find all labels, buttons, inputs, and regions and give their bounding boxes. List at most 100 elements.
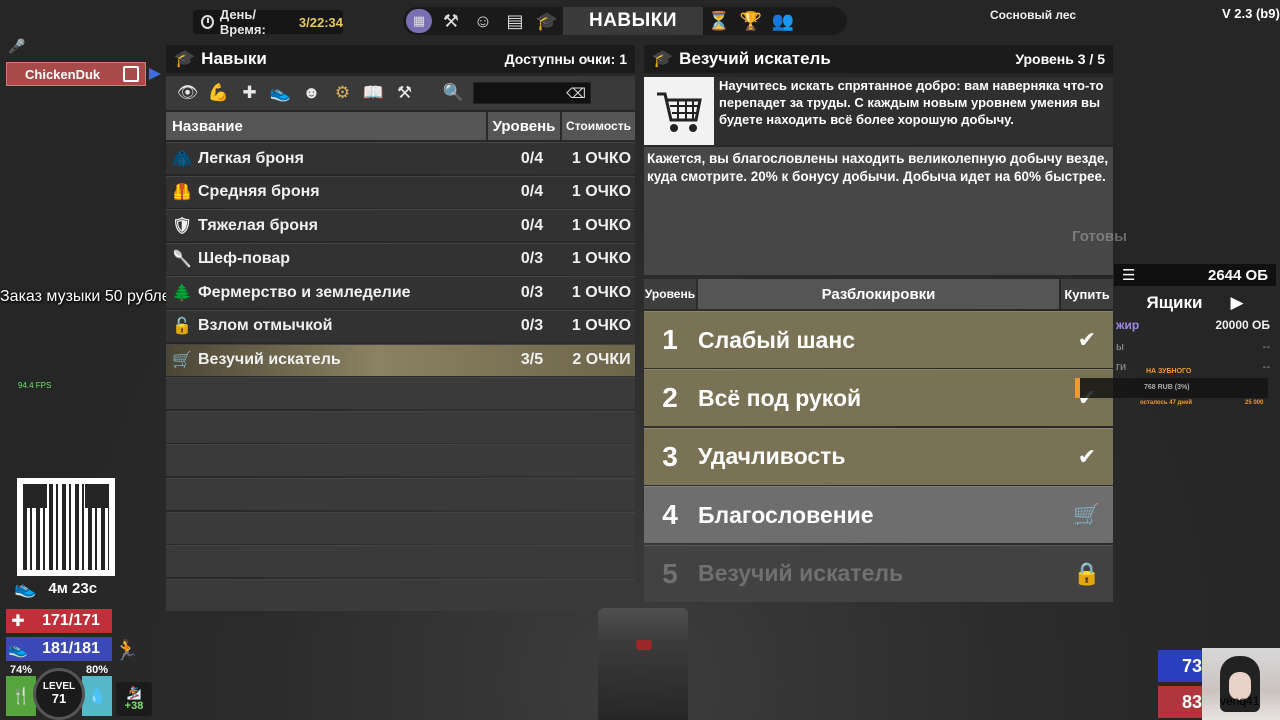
buff-timer-value: 4м 23с [48,580,98,597]
search-icon[interactable]: 🔍 [438,78,469,108]
nav-journal-icon[interactable]: ▤ [499,7,531,35]
chef-icon: 🥄 [172,251,192,269]
water-percent: 80% [86,664,109,676]
lockpick-icon: 🔓 [172,318,192,336]
empty-skill-row [166,578,635,611]
level-indicator: LEVEL 71 [33,668,85,720]
play-icon[interactable]: ▶ [1230,293,1243,313]
streamer-name: venq41 [1220,694,1260,708]
nav-skills-icon[interactable]: 🎓 [531,7,563,35]
skill-row-farming[interactable]: 🌲 Фермерство и земледелие 0/3 1 ОЧКО [166,276,635,309]
short-description: Научитесь искать спрятанное добро: вам н… [714,77,1113,145]
red-counter: 83 [1158,686,1206,718]
unlock-number: 2 [662,382,678,414]
column-level[interactable]: Уровень [488,112,560,140]
skill-cost: 1 ОЧКО [571,250,632,268]
eye-icon[interactable]: 👁 [172,78,203,108]
skill-row-light-armor[interactable]: 🧥 Легкая броня 0/4 1 ОЧКО [166,142,635,174]
daytime-label: День/Время: [219,7,266,37]
skill-detail-panel: 🎓 Везучий искатель Уровень 3 / 5 Научите… [644,45,1113,607]
skill-row-heavy-armor[interactable]: 🛡 Тяжелая броня 0/4 1 ОЧКО [166,209,635,242]
skill-name: Взлом отмычкой [198,317,333,335]
column-unlocks: Разблокировки [698,279,1059,309]
nav-character-icon[interactable]: ☺ [467,7,499,35]
nav-crafting-icon[interactable]: ⚒ [435,7,467,35]
unlock-number: 5 [662,557,678,589]
streamer-webcam: venq41 [1202,648,1280,720]
skill-level: 0/4 [520,216,544,234]
shoe-icon[interactable]: 👟 [265,78,296,108]
running-icon: 🏃 [114,640,139,662]
clock-icon [201,15,214,29]
skills-header: 🎓 Навыки Доступны очки: 1 [166,45,635,73]
clear-search-icon[interactable]: ⌫ [566,85,586,102]
unlock-row-3[interactable]: 3 Удачливость ✔ [644,427,1113,485]
detail-title: Везучий искатель [679,49,831,68]
cross-icon[interactable]: ✚ [234,78,265,108]
detail-header: 🎓 Везучий искатель Уровень 3 / 5 [644,45,1113,73]
skill-name: Фермерство и земледелие [198,283,411,301]
unlocks-list: 1 Слабый шанс ✔ 2 Всё под рукой ✔ 3 Удач… [644,311,1113,602]
search-input[interactable]: ⌫ [473,82,591,104]
column-cost[interactable]: Стоимость [562,112,635,140]
skill-row-lucky-looter[interactable]: 🛒 Везучий искатель 3/5 2 ОЧКИ [166,343,635,376]
gear-icon[interactable]: ⚙ [327,78,358,108]
brain-icon[interactable]: ☻ [296,78,327,108]
music-order-text: Заказ музыки 50 рублей [0,288,180,305]
chest-value: 2644 ОБ [1208,266,1268,284]
unlock-number: 3 [662,440,678,472]
level-value: 71 [51,691,67,707]
unlock-row-2[interactable]: 2 Всё под рукой ✔ [644,369,1113,427]
detail-level: Уровень 3 / 5 [1015,51,1105,67]
skill-level: 0/3 [520,317,544,335]
qr-code [17,478,115,576]
price-row: жир 20000 ОБ [1114,318,1276,338]
unlock-row-5[interactable]: 5 Везучий искатель 🔒 [644,544,1113,602]
stamina-bar: 👟 181/181 [6,637,112,661]
book-icon[interactable]: 📖 [358,78,389,108]
nav-trophy-icon[interactable]: 🏆 [735,7,767,35]
buff-value: +38 [124,700,144,712]
skill-row-medium-armor[interactable]: 🦺 Средняя броня 0/4 1 ОЧКО [166,175,635,208]
dash-row: ы -- [1114,341,1276,355]
pointer-arrow-icon [149,68,161,80]
skill-name: Везучий искатель [198,351,341,369]
empty-skill-row [166,410,635,443]
arm-icon[interactable]: 💪 [203,78,234,108]
daytime-value: 3/22:34 [298,14,343,30]
empty-skill-row [166,477,635,510]
unlock-row-1[interactable]: 1 Слабый шанс ✔ [644,311,1113,368]
dash-row-label: ы [1116,341,1124,353]
column-name[interactable]: Название [166,112,486,140]
skill-cost: 2 ОЧКИ [572,351,631,369]
hammer-icon[interactable]: ⚒ [389,78,420,108]
long-description: Кажется, вы благословлены находить велик… [644,147,1113,275]
boxes-label: Ящики [1146,293,1203,312]
skill-row-lockpicking[interactable]: 🔓 Взлом отмычкой 0/3 1 ОЧКО [166,309,635,342]
skill-level: 0/4 [520,183,544,201]
shopping-cart-icon [644,77,714,145]
buff-icon: 🏂 [126,686,142,700]
available-points: Доступны очки: 1 [504,51,627,67]
daytime-display: День/Время: 3/22:34 [193,7,343,37]
skill-name: Шеф-повар [198,250,291,268]
nav-quests-icon[interactable]: ⏳ [703,7,735,35]
health-value: 171/171 [42,612,100,629]
nav-map-icon[interactable]: ▦ [406,9,432,33]
dash-row-label: ги [1116,361,1127,373]
nav-players-icon[interactable]: 👥 [767,7,799,35]
empty-skill-row [166,444,635,477]
skill-cost: 1 ОЧКО [571,216,632,234]
party-icon [123,66,139,82]
unlock-row-4[interactable]: 4 Благословение 🛒 [644,486,1113,544]
buy-cart-icon[interactable]: 🛒 [1061,502,1113,528]
skill-row-chef[interactable]: 🥄 Шеф-повар 0/3 1 ОЧКО [166,242,635,275]
price-value: 20000 ОБ [1215,318,1270,332]
tab-skills[interactable]: НАВЫКИ [563,7,703,35]
skills-panel: 🎓 Навыки Доступны очки: 1 👁 💪 ✚ 👟 ☻ ⚙ 📖 … [166,45,635,611]
stamina-shoe-icon: 👟 [8,641,28,658]
vehicle [598,608,688,720]
graduation-cap-icon: 🎓 [652,49,674,68]
dash-row: ги -- [1114,361,1276,375]
health-bar: ✚ 171/171 [6,609,112,633]
